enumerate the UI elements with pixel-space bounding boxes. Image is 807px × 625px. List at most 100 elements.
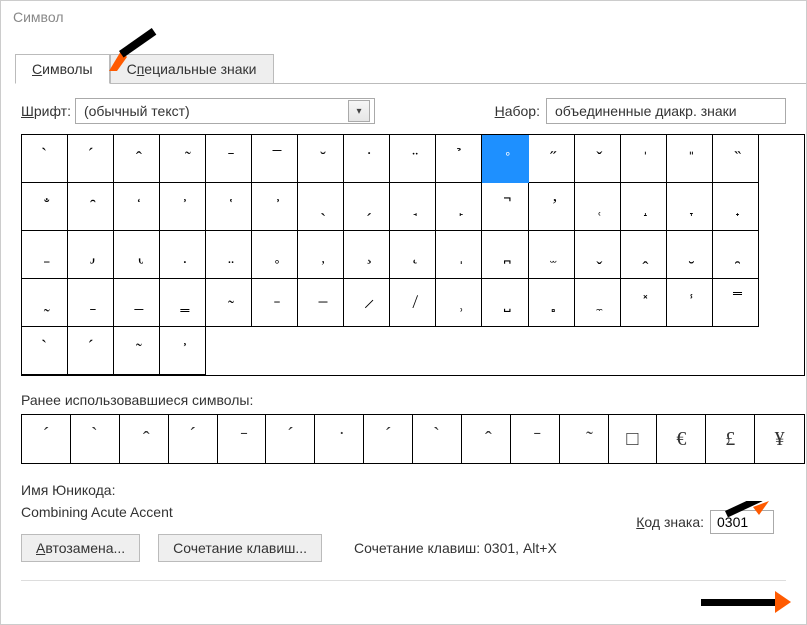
symbol-cell[interactable]: ̓ xyxy=(160,183,206,231)
recent-symbol-cell[interactable]: ̀ xyxy=(413,415,462,463)
recent-symbol-cell[interactable]: ̂ xyxy=(120,415,169,463)
symbol-cell[interactable]: ̬ xyxy=(575,231,621,279)
symbol-cell[interactable]: ̈ xyxy=(390,135,436,183)
symbol-cell[interactable]: ̘ xyxy=(390,183,436,231)
symbol-cell[interactable]: ̓ xyxy=(160,327,206,375)
recent-symbols-grid: ́ ̀ ̂ ́ ̄ ́ ̇ ́ ̀ ̂ ̄ ̃□€£¥ xyxy=(21,414,805,464)
symbol-cell[interactable]: ̜ xyxy=(575,183,621,231)
font-select[interactable]: (обычный текст) ▾ xyxy=(75,98,375,124)
symbol-cell[interactable]: ̪ xyxy=(482,231,528,279)
subset-label: Набор: xyxy=(495,103,540,119)
symbol-cell[interactable]: ̃ xyxy=(160,135,206,183)
recent-symbol-cell[interactable]: ́ xyxy=(266,415,315,463)
symbol-cell[interactable]: ̒ xyxy=(114,183,160,231)
symbol-cell[interactable]: ̀ xyxy=(22,327,68,375)
symbol-cell[interactable]: ̂ xyxy=(114,135,160,183)
symbol-cell[interactable]: ̨ xyxy=(390,231,436,279)
symbol-cell[interactable]: ̸ xyxy=(390,279,436,327)
symbol-cell[interactable]: ̱ xyxy=(68,279,114,327)
symbol-cell[interactable]: ̾ xyxy=(667,279,713,327)
tab-symbols[interactable]: Символы xyxy=(15,54,110,84)
symbol-cell[interactable]: ̦ xyxy=(298,231,344,279)
symbol-cell[interactable]: ̏ xyxy=(713,135,759,183)
symbol-cell[interactable]: ̊ xyxy=(482,135,528,183)
symbol-cell[interactable]: ̆ xyxy=(298,135,344,183)
symbol-cell[interactable]: ̲ xyxy=(114,279,160,327)
symbol-cell[interactable]: ̡ xyxy=(68,231,114,279)
symbol-cell[interactable]: ̋ xyxy=(529,135,575,183)
symbol-cell[interactable]: ̉ xyxy=(436,135,482,183)
symbol-cell[interactable]: ̗ xyxy=(344,183,390,231)
shortcut-key-button[interactable]: Сочетание клавиш... xyxy=(158,534,322,562)
symbol-cell[interactable]: ̼ xyxy=(575,279,621,327)
symbol-cell[interactable]: ̤ xyxy=(206,231,252,279)
code-label: Код знака: xyxy=(636,514,704,530)
symbol-cell[interactable]: ̽ xyxy=(621,279,667,327)
recent-symbol-cell[interactable]: £ xyxy=(706,415,755,463)
symbol-cell[interactable]: ̫ xyxy=(529,231,575,279)
symbol-cell[interactable]: ̣ xyxy=(160,231,206,279)
subset-select[interactable]: объединенные диакр. знаки xyxy=(546,98,786,124)
recent-symbol-cell[interactable]: □ xyxy=(609,415,658,463)
recent-symbol-cell[interactable]: ́ xyxy=(22,415,71,463)
symbol-cell[interactable]: ̶ xyxy=(298,279,344,327)
symbol-cell[interactable]: ̹ xyxy=(436,279,482,327)
symbol-cell[interactable]: ̺ xyxy=(482,279,528,327)
symbol-cell[interactable]: ̞ xyxy=(667,183,713,231)
symbol-cell[interactable]: ̥ xyxy=(252,231,298,279)
symbol-dialog: Символ Символы Специальные знаки Шрифт: … xyxy=(0,0,807,625)
symbol-cell[interactable]: ̮ xyxy=(667,231,713,279)
symbol-cell[interactable]: ̐ xyxy=(22,183,68,231)
symbol-cell[interactable]: ̿ xyxy=(713,279,759,327)
symbol-cell[interactable]: ͂ xyxy=(114,327,160,375)
symbol-cell[interactable]: ̙ xyxy=(436,183,482,231)
symbol-cell[interactable]: ̕ xyxy=(252,183,298,231)
symbol-cell[interactable]: ̄ xyxy=(206,135,252,183)
symbol-cell[interactable]: ̅ xyxy=(252,135,298,183)
symbol-cell[interactable]: ̴ xyxy=(206,279,252,327)
symbol-cell[interactable]: ̵ xyxy=(252,279,298,327)
symbol-cell[interactable]: ̎ xyxy=(667,135,713,183)
symbol-cell[interactable]: ̳ xyxy=(160,279,206,327)
symbol-cell[interactable]: ̚ xyxy=(482,183,528,231)
recent-symbol-cell[interactable]: ̄ xyxy=(511,415,560,463)
symbol-cell[interactable]: ́ xyxy=(68,135,114,183)
symbol-cell[interactable]: ̻ xyxy=(529,279,575,327)
symbol-cell[interactable]: ̔ xyxy=(206,183,252,231)
autocorrect-button[interactable]: Автозамена... xyxy=(21,534,140,562)
symbol-cell[interactable]: ̢ xyxy=(114,231,160,279)
symbol-cell[interactable]: ̑ xyxy=(68,183,114,231)
recent-symbol-cell[interactable]: ̀ xyxy=(71,415,120,463)
symbol-cell[interactable]: ̇ xyxy=(344,135,390,183)
symbol-cell[interactable]: ̠ xyxy=(22,231,68,279)
shortcut-info: Сочетание клавиш: 0301, Alt+X xyxy=(354,540,557,556)
recent-symbol-cell[interactable]: € xyxy=(657,415,706,463)
tab-special-characters[interactable]: Специальные знаки xyxy=(110,54,274,84)
symbol-cell[interactable]: ̩ xyxy=(436,231,482,279)
recent-symbol-cell[interactable]: ̂ xyxy=(462,415,511,463)
symbol-cell[interactable]: ̍ xyxy=(621,135,667,183)
recent-symbol-cell[interactable]: ́ xyxy=(364,415,413,463)
font-select-value: (обычный текст) xyxy=(84,103,190,119)
symbol-cell[interactable]: ̷ xyxy=(344,279,390,327)
recent-symbol-cell[interactable]: ̄ xyxy=(218,415,267,463)
annotation-arrow xyxy=(701,591,791,618)
symbol-cell[interactable]: ̟ xyxy=(713,183,759,231)
chevron-down-icon[interactable]: ▾ xyxy=(348,100,370,122)
symbol-cell[interactable]: ̛ xyxy=(529,183,575,231)
recent-symbol-cell[interactable]: ̇ xyxy=(315,415,364,463)
symbol-cell[interactable]: ̖ xyxy=(298,183,344,231)
symbol-cell[interactable]: ̝ xyxy=(621,183,667,231)
symbol-cell[interactable]: ́ xyxy=(68,327,114,375)
symbol-cell[interactable]: ̧ xyxy=(344,231,390,279)
recent-symbol-cell[interactable]: ̃ xyxy=(560,415,609,463)
symbol-cell[interactable]: ̯ xyxy=(713,231,759,279)
divider xyxy=(21,580,786,581)
symbol-cell[interactable]: ̌ xyxy=(575,135,621,183)
symbol-cell[interactable]: ̀ xyxy=(22,135,68,183)
character-code-input[interactable] xyxy=(710,510,774,534)
symbol-cell[interactable]: ̰ xyxy=(22,279,68,327)
recent-symbol-cell[interactable]: ́ xyxy=(169,415,218,463)
recent-symbol-cell[interactable]: ¥ xyxy=(755,415,804,463)
symbol-cell[interactable]: ̭ xyxy=(621,231,667,279)
